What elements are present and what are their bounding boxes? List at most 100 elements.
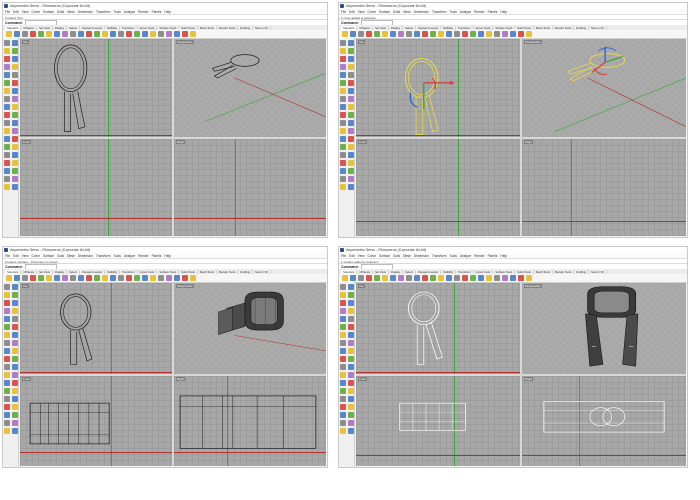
toolbar-button-icon[interactable] (46, 31, 52, 37)
tool-button-icon[interactable] (12, 292, 18, 298)
tool-button-icon[interactable] (340, 324, 346, 330)
toolbar-button-icon[interactable] (350, 31, 356, 37)
viewport-label[interactable]: Perspective (176, 40, 194, 44)
tool-button-icon[interactable] (348, 332, 354, 338)
toolbar-button-icon[interactable] (62, 275, 68, 281)
tool-button-icon[interactable] (4, 136, 10, 142)
viewport-label[interactable]: Perspective (524, 284, 542, 288)
toolbar-button-icon[interactable] (102, 275, 108, 281)
tool-button-icon[interactable] (4, 56, 10, 62)
tool-button-icon[interactable] (12, 396, 18, 402)
tool-button-icon[interactable] (12, 64, 18, 70)
tool-button-icon[interactable] (12, 72, 18, 78)
tool-button-icon[interactable] (348, 380, 354, 386)
tool-button-icon[interactable] (4, 428, 10, 434)
tool-button-icon[interactable] (12, 404, 18, 410)
toolbar-button-icon[interactable] (86, 31, 92, 37)
menu-tools[interactable]: Tools (449, 10, 456, 14)
toolbar-button-icon[interactable] (494, 31, 500, 37)
tool-button-icon[interactable] (4, 128, 10, 134)
tool-button-icon[interactable] (340, 284, 346, 290)
tool-button-icon[interactable] (12, 40, 18, 46)
toolbar-button-icon[interactable] (406, 275, 412, 281)
menu-view[interactable]: View (22, 10, 29, 14)
tool-button-icon[interactable] (348, 184, 354, 190)
tool-button-icon[interactable] (4, 348, 10, 354)
tool-button-icon[interactable] (4, 72, 10, 78)
tool-button-icon[interactable] (4, 40, 10, 46)
tool-button-icon[interactable] (340, 88, 346, 94)
tool-button-icon[interactable] (348, 364, 354, 370)
tool-button-icon[interactable] (4, 340, 10, 346)
toolbar-button-icon[interactable] (406, 31, 412, 37)
toolbar-button-icon[interactable] (494, 275, 500, 281)
toolbar-button-icon[interactable] (510, 275, 516, 281)
toolbar-button-icon[interactable] (38, 31, 44, 37)
menu-surface[interactable]: Surface (43, 10, 54, 14)
toolbar-button-icon[interactable] (390, 31, 396, 37)
toolbar-button-icon[interactable] (14, 275, 20, 281)
tool-button-icon[interactable] (12, 348, 18, 354)
menu-transform[interactable]: Transform (432, 254, 446, 258)
viewport-label[interactable]: Front (22, 376, 32, 381)
toolbar-button-icon[interactable] (470, 275, 476, 281)
tool-button-icon[interactable] (348, 388, 354, 394)
tool-button-icon[interactable] (12, 88, 18, 94)
menu-transform[interactable]: Transform (96, 10, 110, 14)
tool-button-icon[interactable] (340, 300, 346, 306)
toolbar-button-icon[interactable] (46, 275, 52, 281)
toolbar-button-icon[interactable] (422, 275, 428, 281)
tool-button-icon[interactable] (4, 412, 10, 418)
toolbar-button-icon[interactable] (374, 275, 380, 281)
toolbar-button-icon[interactable] (422, 31, 428, 37)
tool-button-icon[interactable] (348, 120, 354, 126)
toolbar-button-icon[interactable] (54, 275, 60, 281)
toolbar-button-icon[interactable] (150, 275, 156, 281)
toolbar-button-icon[interactable] (462, 31, 468, 37)
tool-button-icon[interactable] (348, 40, 354, 46)
menu-render[interactable]: Render (474, 254, 484, 258)
menu-surface[interactable]: Surface (43, 254, 54, 258)
toolbar-button-icon[interactable] (190, 275, 196, 281)
tool-button-icon[interactable] (4, 404, 10, 410)
toolbar-button-icon[interactable] (398, 31, 404, 37)
toolbar-button-icon[interactable] (110, 275, 116, 281)
viewport-front[interactable]: Front (20, 138, 172, 236)
tool-button-icon[interactable] (4, 88, 10, 94)
tool-button-icon[interactable] (4, 372, 10, 378)
toolbar-button-icon[interactable] (430, 31, 436, 37)
tool-button-icon[interactable] (340, 176, 346, 182)
tool-button-icon[interactable] (348, 300, 354, 306)
toolbar-button-icon[interactable] (102, 31, 108, 37)
tool-button-icon[interactable] (4, 356, 10, 362)
tool-button-icon[interactable] (12, 104, 18, 110)
tool-button-icon[interactable] (340, 56, 346, 62)
menu-panels[interactable]: Panels (152, 10, 162, 14)
tool-button-icon[interactable] (4, 168, 10, 174)
tool-button-icon[interactable] (12, 364, 18, 370)
toolbar-button-icon[interactable] (414, 31, 420, 37)
tool-button-icon[interactable] (340, 332, 346, 338)
viewport-label[interactable]: Perspective (176, 284, 194, 288)
tool-button-icon[interactable] (340, 40, 346, 46)
menu-file[interactable]: File (5, 254, 10, 258)
tool-button-icon[interactable] (348, 176, 354, 182)
tool-button-icon[interactable] (348, 56, 354, 62)
toolbar-button-icon[interactable] (78, 275, 84, 281)
menu-analyze[interactable]: Analyze (460, 254, 471, 258)
menu-edit[interactable]: Edit (349, 254, 355, 258)
tool-button-icon[interactable] (340, 104, 346, 110)
menu-edit[interactable]: Edit (13, 254, 19, 258)
tool-button-icon[interactable] (348, 428, 354, 434)
toolbar-button-icon[interactable] (342, 275, 348, 281)
tool-button-icon[interactable] (348, 96, 354, 102)
tool-button-icon[interactable] (12, 300, 18, 306)
viewport-top[interactable]: Top (356, 283, 520, 374)
tool-button-icon[interactable] (348, 80, 354, 86)
tool-button-icon[interactable] (12, 412, 18, 418)
tool-button-icon[interactable] (12, 388, 18, 394)
viewport-top[interactable]: Top (20, 283, 172, 374)
tool-button-icon[interactable] (4, 64, 10, 70)
tool-button-icon[interactable] (340, 120, 346, 126)
tool-button-icon[interactable] (348, 372, 354, 378)
